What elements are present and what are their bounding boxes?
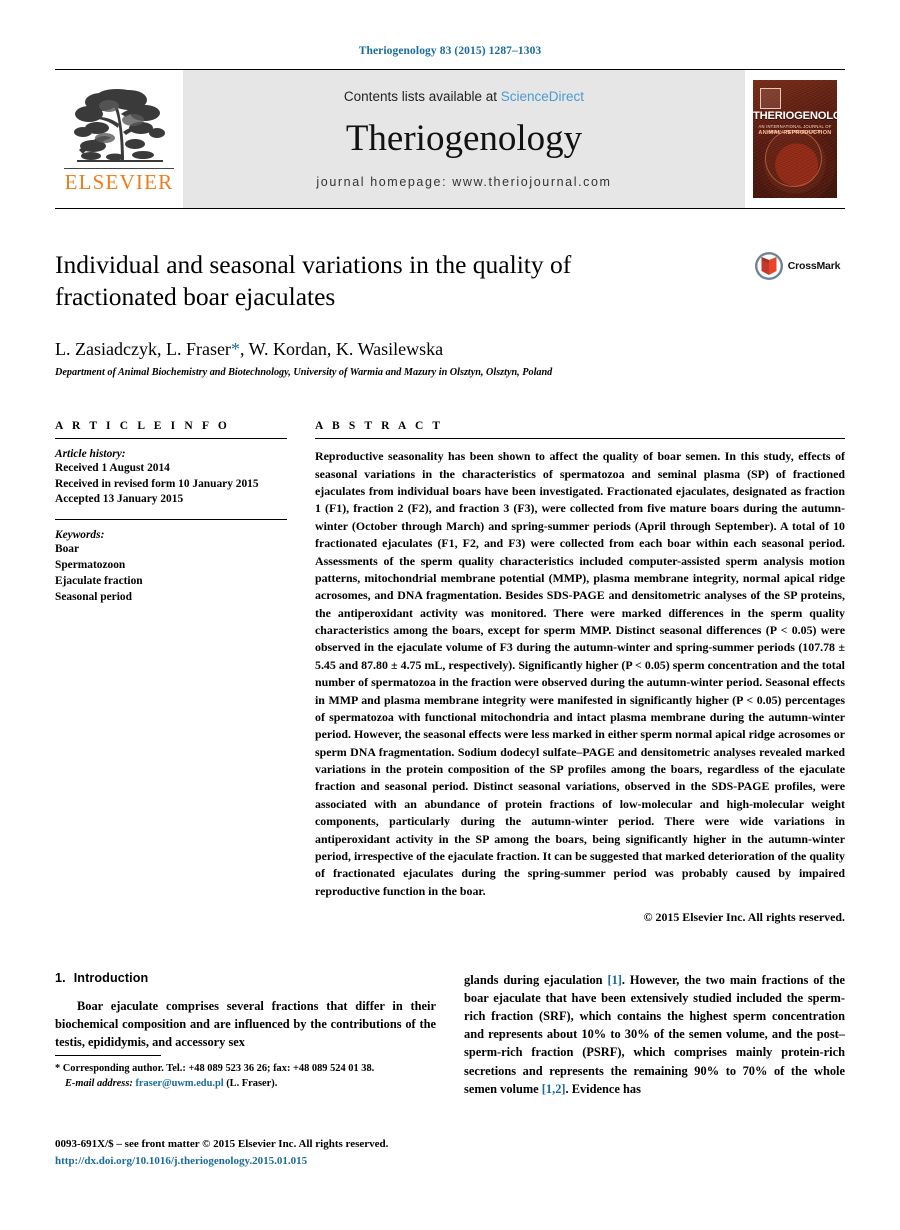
citation-ref-1[interactable]: [1] <box>607 973 621 987</box>
history-received: Received 1 August 2014 <box>55 462 170 475</box>
intro-text-b: . However, the two main fractions of the… <box>464 973 845 1096</box>
history-revised: Received in revised form 10 January 2015 <box>55 477 259 490</box>
section-number: 1. <box>55 971 66 985</box>
abstract-text: Reproductive seasonality has been shown … <box>315 449 845 898</box>
section-title: Introduction <box>73 971 149 985</box>
email-owner: (L. Fraser). <box>223 1077 278 1089</box>
crossmark-icon <box>754 252 783 280</box>
body-column-right: glands during ejaculation [1]. However, … <box>464 971 845 1098</box>
intro-paragraph-right: glands during ejaculation [1]. However, … <box>464 971 845 1098</box>
journal-homepage-link[interactable]: journal homepage: www.theriojournal.com <box>316 175 611 189</box>
corresponding-author-marker[interactable]: * <box>231 339 240 359</box>
author-affiliation: Department of Animal Biochemistry and Bi… <box>55 367 553 379</box>
keyword-item: Boar <box>55 543 80 556</box>
authors-text-rest: , W. Kordan, K. Wasilewska <box>239 339 444 360</box>
imprint-block: 0093-691X/$ – see front matter © 2015 El… <box>55 1136 485 1169</box>
footnote-line-2: E-mail address: fraser@uwm.edu.pl (L. Fr… <box>55 1077 445 1092</box>
cover-journal-title: THERIOGENOLOGY <box>753 110 837 122</box>
author-list: L. Zasiadczyk, L. Fraser*, W. Kordan, K.… <box>55 339 845 360</box>
keywords-rule <box>55 519 287 521</box>
doi-link[interactable]: http://dx.doi.org/10.1016/j.theriogenolo… <box>55 1153 485 1170</box>
footnote-rule <box>55 1055 161 1056</box>
cover-cell-ring <box>764 129 823 187</box>
keyword-item: Ejaculate fraction <box>55 574 143 587</box>
sciencedirect-link[interactable]: ScienceDirect <box>501 89 584 104</box>
abstract-copyright: © 2015 Elsevier Inc. All rights reserved… <box>643 910 845 924</box>
citation-ref-2[interactable]: [1,2] <box>542 1082 566 1096</box>
article-info-rule <box>55 438 287 440</box>
footnote-contact: Corresponding author. Tel.: +48 089 523 … <box>60 1063 375 1074</box>
authors-text: L. Zasiadczyk, L. Fraser <box>55 339 231 360</box>
article-info-heading: A R T I C L E I N F O <box>55 420 230 433</box>
intro-text-a: glands during ejaculation <box>464 973 608 987</box>
running-head: Theriogenology 83 (2015) 1287–1303 <box>358 45 542 57</box>
section-heading-introduction: 1. Introduction <box>55 971 436 985</box>
article-history-label: Article history: <box>55 448 126 461</box>
keyword-item: Spermatozoon <box>55 559 126 572</box>
journal-cover-thumbnail: THERIOGENOLOGY AN INTERNATIONAL JOURNAL … <box>745 70 845 208</box>
email-label: E-mail address: <box>65 1077 133 1089</box>
article-info-column: A R T I C L E I N F O Article history: R… <box>55 420 287 925</box>
keywords-label: Keywords: <box>55 529 105 542</box>
contents-list-line: Contents lists available at ScienceDirec… <box>344 89 584 104</box>
footnote-line-1: * Corresponding author. Tel.: +48 089 52… <box>55 1062 445 1077</box>
elsevier-tree-icon <box>74 88 165 162</box>
abstract-column: A B S T R A C T Reproductive seasonality… <box>315 420 845 925</box>
info-abstract-row: A R T I C L E I N F O Article history: R… <box>55 420 845 925</box>
article-page: Theriogenology 83 (2015) 1287–1303 ELSEV… <box>0 0 900 1230</box>
crossmark-badge[interactable]: CrossMark <box>749 251 845 281</box>
cover-journal-subtitle-2: ANIMAL REPRODUCTION <box>758 130 832 136</box>
abstract-rule <box>315 438 845 440</box>
article-header: Individual and seasonal variations in th… <box>55 249 845 378</box>
crossmark-label: CrossMark <box>787 260 841 272</box>
history-accepted: Accepted 13 January 2015 <box>55 493 184 506</box>
abstract-heading: A B S T R A C T <box>315 420 444 433</box>
elsevier-logo: ELSEVIER <box>55 70 183 208</box>
corresponding-author-footnote: * Corresponding author. Tel.: +48 089 52… <box>55 1055 445 1092</box>
journal-banner: Contents lists available at ScienceDirec… <box>183 70 745 208</box>
intro-text-c: . Evidence has <box>565 1081 641 1096</box>
article-title: Individual and seasonal variations in th… <box>55 250 572 312</box>
cover-publisher-mark <box>760 88 781 109</box>
journal-title: Theriogenology <box>345 118 583 159</box>
intro-paragraph-left: Boar ejaculate comprises several fractio… <box>55 999 436 1050</box>
cover-image: THERIOGENOLOGY AN INTERNATIONAL JOURNAL … <box>753 80 837 198</box>
email-link[interactable]: fraser@uwm.edu.pl <box>135 1078 223 1089</box>
keyword-item: Seasonal period <box>55 590 132 603</box>
journal-masthead: ELSEVIER Contents lists available at Sci… <box>55 69 845 209</box>
contents-prefix: Contents lists available at <box>343 89 498 104</box>
elsevier-wordmark: ELSEVIER <box>64 167 174 194</box>
issn-copyright-line: 0093-691X/$ – see front matter © 2015 El… <box>55 1138 389 1150</box>
